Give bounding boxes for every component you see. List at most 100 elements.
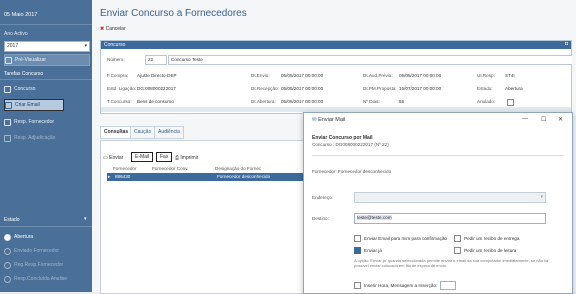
divider — [0, 24, 92, 25]
state-item-reg-resp[interactable]: Reg.Resp.Fornecedor — [4, 260, 88, 270]
fax-label: Fax — [160, 154, 169, 160]
ut-resp-label: Ut.Resp: — [477, 73, 495, 78]
t-concurso-label: T.Concurso: — [107, 99, 132, 104]
checkbox[interactable] — [454, 235, 461, 242]
tab-consultas[interactable]: Consultas — [100, 126, 133, 139]
checkbox-icon — [5, 56, 12, 64]
destino-input[interactable]: teste@teste.com — [354, 213, 546, 224]
numero-input[interactable]: 22 — [145, 55, 167, 65]
f-compra-label: F.Compra: — [107, 73, 129, 78]
minimize-icon[interactable]: — — [522, 116, 528, 122]
panel-title: Concurso — [104, 42, 126, 48]
estado-label: Estado: — [477, 86, 493, 91]
ut-resp-value: ST4I — [505, 73, 515, 78]
dialog-title-text: Enviar Mail — [318, 117, 346, 123]
concurso-panel: Concurso ◘ Número: 22 Concurso Teste F.C… — [100, 40, 572, 114]
table-cell: 886430 — [115, 174, 131, 179]
email-label: E-Mail — [135, 154, 150, 160]
divider — [0, 79, 92, 80]
printer-icon: ⎙ — [175, 155, 180, 161]
endereco-label: Endereço: — [312, 195, 333, 200]
divider — [0, 226, 92, 227]
dt-abertura-label: Dt.Abertura: — [251, 99, 276, 104]
tasks-heading: Tarefas Concurso — [4, 71, 44, 77]
t-concurso-value: Bens de consumo — [137, 99, 174, 104]
insert-time-option[interactable]: Inserir Hora, Mensagem a Inserção: — [354, 281, 457, 290]
descricao-input[interactable]: Concurso Teste — [168, 55, 572, 65]
chevron-down-icon: ▾ — [540, 194, 543, 200]
year-value: 2017 — [7, 43, 19, 49]
option-label: Pedir um recibo de leitura — [464, 248, 517, 253]
sidebar-item-resp-adjudicacao[interactable]: Resp. Adjudicação — [4, 133, 88, 143]
dialog-heading: Enviar Concurso por Mail — [312, 135, 373, 141]
divider — [312, 155, 564, 156]
sidebar-item-resp-fornecedor[interactable]: Resp. Fornecedor — [4, 117, 88, 127]
time-spinner[interactable] — [440, 281, 457, 290]
cancel-button[interactable]: ✖ Cancelar — [100, 26, 126, 32]
preview-button[interactable]: Pré-Visualizar — [4, 54, 90, 66]
grid-header: Fornecedor Fornecedor Conv. Designação d… — [107, 165, 312, 173]
dialog-subheading: Concurso : DG008000222017 (Nº 22) — [312, 142, 389, 147]
cancel-label: Cancelar — [105, 26, 126, 32]
state-item-enviado[interactable]: Enviado Fornecedor — [4, 246, 88, 256]
state-label: Abertura — [14, 234, 34, 240]
email-button[interactable]: E-Mail — [131, 152, 154, 162]
anulado-checkbox[interactable] — [507, 99, 514, 106]
destino-value: teste@teste.com — [357, 215, 392, 220]
maximize-icon[interactable]: ☐ — [541, 116, 546, 123]
state-item-concluida[interactable]: Resp.Concluída Analise — [4, 274, 88, 284]
enviar-button[interactable]: ▭ Enviar — [103, 155, 123, 161]
state-label: Resp.Concluída Analise — [14, 276, 68, 282]
document-icon — [4, 85, 11, 93]
active-year-label: Ano Activo — [4, 31, 28, 37]
sidebar-item-criar-email[interactable]: Criar Email — [4, 99, 64, 111]
collapse-icon[interactable]: ◘ — [565, 41, 568, 47]
dt-recepcao-label: Dt.Recepção: — [251, 86, 279, 91]
dt-envio-value: 05/05/2017 00:00:00 — [281, 73, 324, 78]
circle-icon — [4, 275, 11, 283]
estado-value: Abertura — [505, 86, 523, 91]
send-now-option[interactable]: Enviar já — [354, 247, 382, 254]
state-item-abertura[interactable]: Abertura — [4, 232, 88, 242]
document-icon: ▭ — [103, 155, 108, 161]
f-compra-value: Ajuste Directo-DEP — [137, 73, 177, 78]
checkbox[interactable] — [454, 247, 461, 254]
page-title: Enviar Concurso a Fornecedores — [100, 8, 247, 19]
chevron-down-icon: ▾ — [84, 43, 87, 49]
imprimir-button[interactable]: ⎙ Imprimir — [175, 155, 198, 161]
sidebar-item-label: Resp. Adjudicação — [14, 135, 56, 141]
reply-icon — [4, 118, 11, 126]
info-icon — [4, 233, 11, 241]
checkbox[interactable] — [354, 282, 361, 289]
year-select[interactable]: 2017 ▾ — [4, 41, 90, 52]
delivery-receipt-option[interactable]: Pedir um recibo de entrega — [454, 235, 519, 242]
tab-caucao[interactable]: Caução — [130, 126, 156, 139]
table-row[interactable]: ▸ 886430 Fornecedor desconhecido — [107, 173, 312, 181]
circle-icon — [4, 247, 11, 255]
read-receipt-option[interactable]: Pedir um recibo de leitura — [454, 247, 516, 254]
checkbox-checked[interactable] — [354, 247, 361, 254]
dialog-title: ✉ Enviar Mail — [312, 117, 345, 123]
dt-recepcao-value: 05/05/2017 00:00:00 — [281, 86, 324, 91]
numero-value: 22 — [148, 57, 154, 62]
confirm-email-option[interactable]: Enviar Email para mim para confirmação — [354, 235, 447, 242]
circle-icon — [4, 261, 11, 269]
numero-label: Número: — [107, 57, 125, 62]
column-header: Fornecedor — [113, 166, 137, 171]
email-icon — [5, 101, 12, 109]
row-indicator: ▸ — [108, 174, 111, 179]
sidebar-item-concurso[interactable]: Concurso — [4, 84, 88, 94]
est-ligacao-label: Estd. Ligação: — [107, 86, 137, 91]
close-icon[interactable]: ✕ — [558, 116, 563, 123]
fax-button[interactable]: Fax — [156, 152, 173, 162]
table-cell: Fornecedor desconhecido — [217, 174, 271, 179]
endereco-select[interactable]: ▾ — [354, 192, 546, 203]
checkbox[interactable] — [354, 235, 361, 242]
descricao-value: Concurso Teste — [171, 57, 203, 62]
option-label: Pedir um recibo de entrega — [464, 236, 520, 241]
state-label: Reg.Resp.Fornecedor — [14, 262, 64, 268]
option-label: Inserir Hora, Mensagem a Inserção: — [364, 283, 438, 288]
dt-aud-label: Dt.Aud.Prévia: — [363, 73, 393, 78]
chevron-down-icon[interactable]: ▾ — [84, 216, 87, 222]
tab-audiencia[interactable]: Audiência — [154, 126, 184, 139]
